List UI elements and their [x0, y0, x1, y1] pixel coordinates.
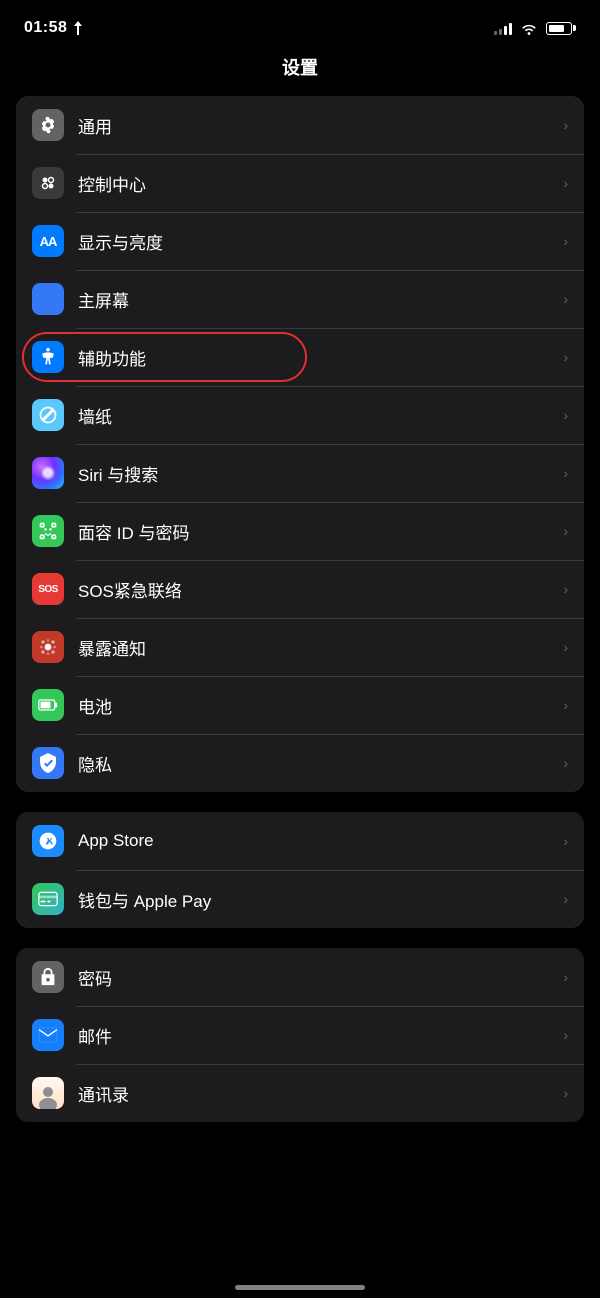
- general-chevron: ›: [563, 117, 568, 133]
- settings-item-mail[interactable]: 邮件 ›: [16, 1006, 584, 1064]
- mail-label: 邮件: [78, 1023, 555, 1048]
- face-id-icon: [32, 515, 64, 547]
- general-label: 通用: [78, 113, 555, 138]
- settings-item-control-center[interactable]: 控制中心 ›: [16, 154, 584, 212]
- settings-item-wallet[interactable]: 钱包与 Apple Pay ›: [16, 870, 584, 928]
- password-label: 密码: [78, 965, 555, 990]
- settings-item-accessibility[interactable]: 辅助功能 ›: [16, 328, 584, 386]
- control-center-label: 控制中心: [78, 171, 555, 196]
- settings-item-face-id[interactable]: 面容 ID 与密码 ›: [16, 502, 584, 560]
- control-center-chevron: ›: [563, 175, 568, 191]
- location-icon: [72, 21, 84, 35]
- sos-label: SOS紧急联络: [78, 577, 555, 602]
- wallet-icon: [32, 883, 64, 915]
- wallet-chevron: ›: [563, 891, 568, 907]
- privacy-chevron: ›: [563, 755, 568, 771]
- display-icon: AA: [32, 225, 64, 257]
- app-store-icon: [32, 825, 64, 857]
- settings-item-privacy[interactable]: 隐私 ›: [16, 734, 584, 792]
- sos-chevron: ›: [563, 581, 568, 597]
- signal-icon: [494, 21, 512, 35]
- exposure-icon: [32, 631, 64, 663]
- control-center-icon: [32, 167, 64, 199]
- battery-chevron: ›: [563, 697, 568, 713]
- home-screen-label: 主屏幕: [78, 287, 555, 312]
- settings-item-display[interactable]: AA 显示与亮度 ›: [16, 212, 584, 270]
- app-store-label: App Store: [78, 831, 555, 851]
- home-indicator: [235, 1285, 365, 1290]
- wallpaper-chevron: ›: [563, 407, 568, 423]
- sos-icon: SOS: [32, 573, 64, 605]
- settings-item-sos[interactable]: SOS SOS紧急联络 ›: [16, 560, 584, 618]
- status-time: 01:58: [24, 19, 84, 37]
- wifi-icon: [520, 22, 538, 35]
- settings-item-exposure[interactable]: 暴露通知 ›: [16, 618, 584, 676]
- wallet-label: 钱包与 Apple Pay: [78, 887, 555, 912]
- wallpaper-label: 墙纸: [78, 403, 555, 428]
- settings-item-siri[interactable]: Siri 与搜索 ›: [16, 444, 584, 502]
- contacts-chevron: ›: [563, 1085, 568, 1101]
- battery-label: 电池: [78, 693, 555, 718]
- settings-item-general[interactable]: 通用 ›: [16, 96, 584, 154]
- app-store-chevron: ›: [563, 833, 568, 849]
- battery-icon: [546, 22, 576, 35]
- settings-group-2: App Store › 钱包与 Apple Pay ›: [16, 812, 584, 928]
- settings-item-home-screen[interactable]: 主屏幕 ›: [16, 270, 584, 328]
- settings-group-1: 通用 › 控制中心 › AA 显示与亮度 ›: [16, 96, 584, 792]
- mail-chevron: ›: [563, 1027, 568, 1043]
- status-bar: 01:58: [0, 0, 600, 50]
- face-id-label: 面容 ID 与密码: [78, 519, 555, 544]
- settings-item-password[interactable]: 密码 ›: [16, 948, 584, 1006]
- home-screen-chevron: ›: [563, 291, 568, 307]
- exposure-label: 暴露通知: [78, 635, 555, 660]
- settings-item-app-store[interactable]: App Store ›: [16, 812, 584, 870]
- wallpaper-icon: [32, 399, 64, 431]
- status-icons: [494, 21, 576, 35]
- page-title: 设置: [0, 50, 600, 96]
- display-chevron: ›: [563, 233, 568, 249]
- face-id-chevron: ›: [563, 523, 568, 539]
- accessibility-icon: [32, 341, 64, 373]
- home-screen-icon: [32, 283, 64, 315]
- settings-group-3: 密码 › 邮件 ›: [16, 948, 584, 1122]
- settings-item-contacts[interactable]: 通讯录 ›: [16, 1064, 584, 1122]
- exposure-chevron: ›: [563, 639, 568, 655]
- password-icon: [32, 961, 64, 993]
- siri-icon: [32, 457, 64, 489]
- password-chevron: ›: [563, 969, 568, 985]
- contacts-label: 通讯录: [78, 1081, 555, 1106]
- display-label: 显示与亮度: [78, 229, 555, 254]
- contacts-icon: [32, 1077, 64, 1109]
- settings-item-battery[interactable]: 电池 ›: [16, 676, 584, 734]
- general-icon: [32, 109, 64, 141]
- mail-icon: [32, 1019, 64, 1051]
- privacy-label: 隐私: [78, 751, 555, 776]
- siri-label: Siri 与搜索: [78, 461, 555, 486]
- settings-item-wallpaper[interactable]: 墙纸 ›: [16, 386, 584, 444]
- privacy-icon: [32, 747, 64, 779]
- accessibility-chevron: ›: [563, 349, 568, 365]
- battery-settings-icon: [32, 689, 64, 721]
- accessibility-label: 辅助功能: [78, 345, 555, 370]
- siri-chevron: ›: [563, 465, 568, 481]
